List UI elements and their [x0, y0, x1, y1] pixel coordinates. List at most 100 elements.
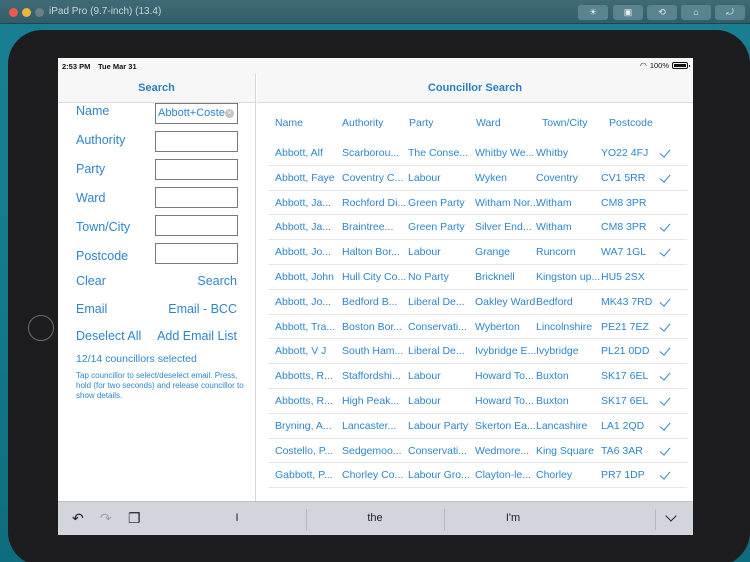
dismiss-keyboard-chevron-icon[interactable]: [665, 510, 677, 522]
column-header-name[interactable]: Name: [275, 117, 303, 129]
checkmark-icon: [659, 394, 671, 406]
cell-name: Abbott, Alf: [275, 147, 323, 159]
cell-town-city: Runcorn: [536, 246, 576, 259]
deselect-all-button[interactable]: Deselect All: [76, 329, 141, 343]
zoom-window-button[interactable]: [35, 8, 44, 17]
party-input[interactable]: [155, 159, 238, 180]
status-bar: 2:53 PM Tue Mar 31 ◠ 100%: [58, 58, 693, 74]
minimize-window-button[interactable]: [22, 8, 31, 17]
rotate-icon: ⟲: [658, 7, 666, 17]
table-row[interactable]: Abbott, Faye Coventry C... Labour Wyken Cove…: [269, 166, 687, 191]
column-header-ward[interactable]: Ward: [476, 117, 501, 129]
rotate-lock-button[interactable]: ⤾: [715, 5, 745, 20]
table-row[interactable]: Abbott, Tra... Boston Bor... Conservati...…: [269, 315, 687, 340]
table-row[interactable]: Bryning, A... Lancaster... Labour Party Ske…: [269, 414, 687, 439]
name-input-value: Abbott+Coste: [158, 107, 225, 119]
suggestion-2[interactable]: the: [345, 512, 405, 524]
suggestion-1[interactable]: I: [207, 512, 267, 524]
battery-icon: [672, 62, 690, 69]
name-label: Name: [76, 104, 110, 118]
close-window-button[interactable]: [9, 8, 18, 17]
cell-name: Abbott, Faye: [275, 171, 335, 184]
cell-town-city: Whitby: [536, 147, 569, 159]
table-row[interactable]: Abbott, Alf Scarborou... The Conse... Whitb…: [269, 141, 687, 166]
table-row[interactable]: Abbotts, R... High Peak... Labour Howard To…: [269, 389, 687, 414]
selected-count: 12/14 councillors selected: [76, 353, 197, 365]
column-header-party[interactable]: Party: [409, 117, 434, 129]
undo-icon[interactable]: ↶: [72, 510, 84, 527]
cell-town-city: King Square: [536, 444, 594, 457]
battery-percent: 100%: [649, 61, 669, 70]
town-city-label: Town/City: [76, 220, 131, 234]
cell-name: Abbott, Ja...: [275, 221, 332, 234]
checkmark-icon: [659, 369, 671, 381]
cell-postcode: PL21 0DD: [601, 345, 650, 358]
screenshot-icon: ▣: [623, 7, 633, 17]
cell-postcode: LA1 2QD: [601, 419, 645, 432]
checkmark-icon: [659, 220, 671, 233]
cell-town-city: Lincolnshire: [536, 320, 593, 333]
cell-authority: Sedgemoo...: [342, 444, 402, 457]
table-row[interactable]: Abbott, Ja... Braintree... Green Party Silv…: [269, 215, 687, 241]
screenshot-button[interactable]: ▣: [613, 5, 643, 20]
table-row[interactable]: Abbott, Ja... Rochford Di... Green Party Wi…: [269, 191, 687, 216]
wifi-icon: ◠: [639, 61, 647, 70]
results-nav-title: Councillor Search: [257, 74, 693, 103]
cell-authority: Braintree...: [342, 221, 394, 234]
clear-text-icon[interactable]: ×: [225, 109, 234, 118]
ward-input[interactable]: [155, 187, 238, 208]
cell-postcode: PE21 7EZ: [601, 320, 649, 333]
suggestion-3[interactable]: I'm: [483, 512, 543, 524]
cell-party: The Conse...: [408, 147, 469, 159]
cell-authority: Lancaster...: [342, 419, 397, 432]
search-button[interactable]: Search: [197, 274, 237, 288]
redo-icon[interactable]: ↷: [100, 510, 112, 527]
email-bcc-button[interactable]: Email - BCC: [168, 302, 237, 316]
cell-authority: Scarborou...: [342, 147, 400, 159]
table-row[interactable]: Abbott, V J South Ham... Liberal De... Ivyb…: [269, 339, 687, 365]
table-row[interactable]: Costello, P... Sedgemoo... Conservati... We…: [269, 439, 687, 464]
cell-party: No Party: [408, 271, 449, 283]
name-input[interactable]: Abbott+Coste ×: [155, 103, 238, 124]
cell-postcode: CM8 3PR: [601, 196, 647, 209]
cell-party: Labour Party: [408, 419, 469, 432]
table-row[interactable]: Gabbott, P... Chorley Co... Labour Gro... C…: [269, 463, 687, 489]
table-row[interactable]: Abbott, Jo... Bedford B... Liberal De... Oa…: [269, 290, 687, 315]
cell-name: Abbotts, R...: [275, 370, 333, 383]
town-city-input[interactable]: [155, 215, 238, 236]
paste-icon[interactable]: ❐: [128, 510, 141, 527]
column-header-postcode[interactable]: Postcode: [609, 117, 653, 129]
status-right: ◠ 100%: [639, 61, 690, 70]
cell-postcode: CV1 5RR: [601, 171, 646, 184]
device-home-button[interactable]: [28, 315, 54, 341]
table-row[interactable]: Abbott, John Hull City Co... No Party Brick…: [269, 265, 687, 290]
cell-town-city: Ivybridge: [536, 345, 579, 358]
home-button[interactable]: ⌂: [681, 5, 711, 20]
cell-town-city: Witham: [536, 221, 572, 234]
clear-button[interactable]: Clear: [76, 274, 106, 288]
cell-ward: Oakley Ward: [475, 295, 536, 308]
add-email-list-button[interactable]: Add Email List: [157, 329, 237, 343]
column-header-authority[interactable]: Authority: [342, 117, 383, 129]
table-header: Name Authority Party Ward Town/City Post…: [257, 117, 693, 131]
checkmark-icon: [659, 344, 671, 357]
cell-postcode: MK43 7RD: [601, 295, 653, 308]
cell-ward: Whitby We...: [475, 147, 535, 159]
cell-name: Costello, P...: [275, 444, 334, 457]
postcode-input[interactable]: [155, 243, 238, 264]
cell-party: Liberal De...: [408, 295, 465, 308]
cell-name: Gabbott, P...: [275, 469, 333, 482]
cell-party: Liberal De...: [408, 345, 465, 358]
suggestion-divider: [444, 509, 445, 530]
cell-party: Green Party: [408, 221, 465, 234]
cell-authority: Chorley Co...: [342, 469, 404, 482]
brightness-button[interactable]: ☀: [578, 5, 608, 20]
table-row[interactable]: Abbott, Jo... Halton Bor... Labour Grange Ru…: [269, 240, 687, 265]
email-button[interactable]: Email: [76, 302, 107, 316]
rotate-button[interactable]: ⟲: [647, 5, 677, 20]
authority-input[interactable]: [155, 131, 238, 152]
checkmark-icon: [659, 319, 671, 332]
column-header-town-city[interactable]: Town/City: [542, 117, 588, 129]
search-nav-title: Search: [58, 74, 255, 103]
table-row[interactable]: Abbotts, R... Staffordshi... Labour Howard …: [269, 364, 687, 389]
